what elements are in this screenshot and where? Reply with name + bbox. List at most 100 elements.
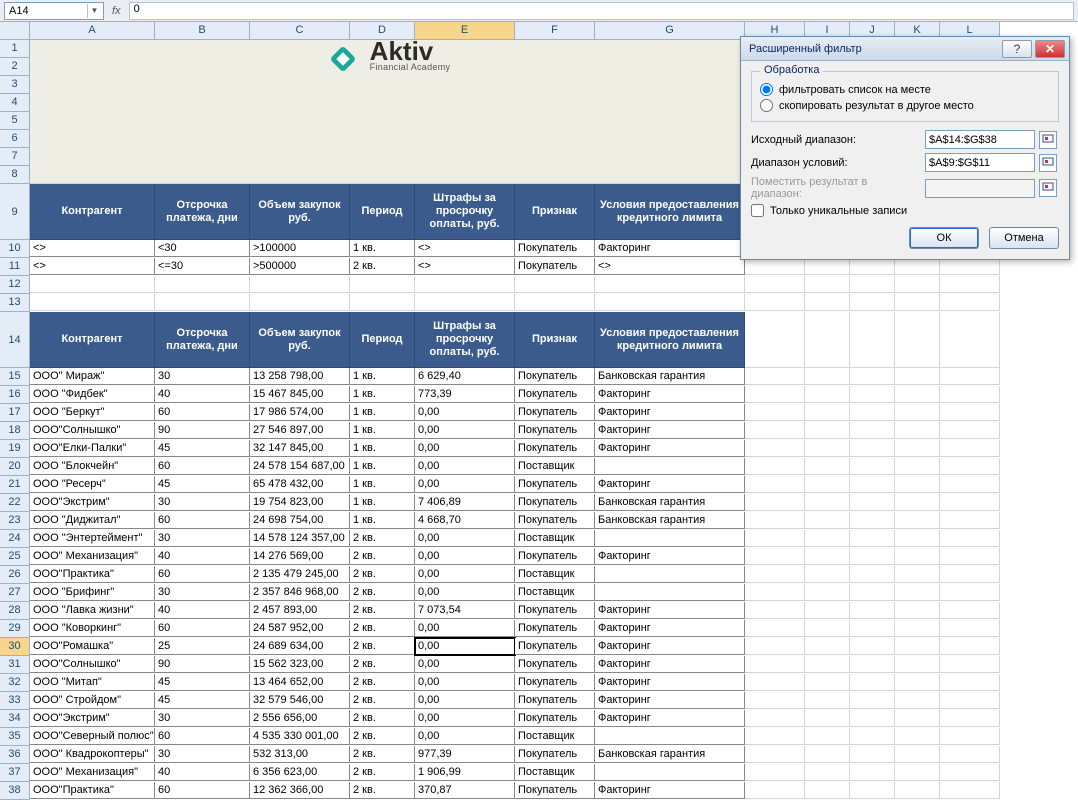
cell-empty[interactable] <box>895 566 940 583</box>
data-cell[interactable]: 977,39 <box>415 746 515 763</box>
data-header[interactable]: Отсрочка платежа, дни <box>155 312 250 368</box>
cell-empty[interactable] <box>850 368 895 385</box>
cell-empty[interactable] <box>350 276 415 293</box>
data-cell[interactable]: ООО" Мираж" <box>30 368 155 385</box>
cell-empty[interactable] <box>805 638 850 655</box>
cell-empty[interactable] <box>805 602 850 619</box>
cell-empty[interactable] <box>940 710 1000 727</box>
source-range-input[interactable] <box>925 130 1035 149</box>
dialog-titlebar[interactable]: Расширенный фильтр ? ✕ <box>741 37 1069 61</box>
row-header-31[interactable]: 31 <box>0 656 30 674</box>
cell-empty[interactable] <box>940 728 1000 745</box>
row-header-23[interactable]: 23 <box>0 512 30 530</box>
data-cell[interactable]: 1 кв. <box>350 440 415 457</box>
data-cell[interactable] <box>595 728 745 745</box>
cell-empty[interactable] <box>805 476 850 493</box>
data-cell[interactable]: Поставщик <box>515 764 595 781</box>
cell-empty[interactable] <box>850 422 895 439</box>
cell-empty[interactable] <box>745 512 805 529</box>
cell-empty[interactable] <box>895 548 940 565</box>
data-cell[interactable]: 60 <box>155 728 250 745</box>
data-cell[interactable]: ООО"Северный полюс" <box>30 728 155 745</box>
row-header-3[interactable]: 3 <box>0 76 30 94</box>
row-header-12[interactable]: 12 <box>0 276 30 294</box>
data-cell[interactable]: ООО" Механизация" <box>30 548 155 565</box>
cell-empty[interactable] <box>850 258 895 275</box>
row-header-20[interactable]: 20 <box>0 458 30 476</box>
cell-empty[interactable] <box>805 656 850 673</box>
data-cell[interactable]: 4 535 330 001,00 <box>250 728 350 745</box>
data-cell[interactable]: ООО"Солнышко" <box>30 656 155 673</box>
data-cell[interactable]: 40 <box>155 548 250 565</box>
cell-empty[interactable] <box>350 294 415 311</box>
cell-empty[interactable] <box>895 638 940 655</box>
criteria-cell[interactable]: <=30 <box>155 258 250 275</box>
cell-empty[interactable] <box>745 294 805 311</box>
data-cell[interactable]: 40 <box>155 386 250 403</box>
data-cell[interactable]: Покупатель <box>515 494 595 511</box>
data-cell[interactable]: 4 668,70 <box>415 512 515 529</box>
cell-empty[interactable] <box>805 458 850 475</box>
cell-empty[interactable] <box>850 312 895 368</box>
criteria-header[interactable]: Признак <box>515 184 595 240</box>
data-cell[interactable]: 1 кв. <box>350 386 415 403</box>
cell-empty[interactable] <box>850 782 895 799</box>
data-cell[interactable] <box>595 584 745 601</box>
row-header-27[interactable]: 27 <box>0 584 30 602</box>
unique-records-row[interactable]: Только уникальные записи <box>751 204 1059 217</box>
cell-empty[interactable] <box>155 294 250 311</box>
criteria-header[interactable]: Контрагент <box>30 184 155 240</box>
cell-empty[interactable] <box>895 512 940 529</box>
data-cell[interactable]: 0,00 <box>415 710 515 727</box>
data-cell[interactable]: ООО "Митап" <box>30 674 155 691</box>
data-cell[interactable]: 0,00 <box>415 638 515 655</box>
data-cell[interactable]: Покупатель <box>515 440 595 457</box>
data-cell[interactable]: Покупатель <box>515 476 595 493</box>
cell-empty[interactable] <box>745 620 805 637</box>
cell-empty[interactable] <box>940 764 1000 781</box>
column-header-D[interactable]: D <box>350 22 415 40</box>
cell-empty[interactable] <box>895 602 940 619</box>
cell-empty[interactable] <box>940 276 1000 293</box>
data-cell[interactable]: 2 кв. <box>350 692 415 709</box>
cell-empty[interactable] <box>895 440 940 457</box>
data-cell[interactable]: 0,00 <box>415 422 515 439</box>
row-header-6[interactable]: 6 <box>0 130 30 148</box>
row-header-1[interactable]: 1 <box>0 40 30 58</box>
data-cell[interactable]: 2 457 893,00 <box>250 602 350 619</box>
data-cell[interactable]: ООО "Блокчейн" <box>30 458 155 475</box>
cell-empty[interactable] <box>805 674 850 691</box>
cell-empty[interactable] <box>30 276 155 293</box>
data-cell[interactable]: Покупатель <box>515 548 595 565</box>
cell-empty[interactable] <box>745 494 805 511</box>
data-cell[interactable]: Факторинг <box>595 602 745 619</box>
data-cell[interactable]: Покупатель <box>515 746 595 763</box>
data-cell[interactable]: Факторинг <box>595 674 745 691</box>
cell-empty[interactable] <box>850 674 895 691</box>
data-cell[interactable]: ООО"Солнышко" <box>30 422 155 439</box>
data-cell[interactable]: ООО "Ресерч" <box>30 476 155 493</box>
data-cell[interactable]: Банковская гарантия <box>595 746 745 763</box>
data-cell[interactable]: Покупатель <box>515 368 595 385</box>
data-cell[interactable]: 40 <box>155 764 250 781</box>
row-header-4[interactable]: 4 <box>0 94 30 112</box>
column-header-G[interactable]: G <box>595 22 745 40</box>
cell-empty[interactable] <box>805 782 850 799</box>
cell-empty[interactable] <box>805 566 850 583</box>
data-cell[interactable]: Поставщик <box>515 458 595 475</box>
cancel-button[interactable]: Отмена <box>989 227 1059 249</box>
data-cell[interactable]: ООО "Диджитал" <box>30 512 155 529</box>
cell-empty[interactable] <box>415 276 515 293</box>
data-cell[interactable]: 7 406,89 <box>415 494 515 511</box>
criteria-cell[interactable]: 2 кв. <box>350 258 415 275</box>
cell-empty[interactable] <box>895 656 940 673</box>
data-cell[interactable]: Покупатель <box>515 710 595 727</box>
row-header-33[interactable]: 33 <box>0 692 30 710</box>
radio-filter-inplace[interactable]: фильтровать список на месте <box>760 83 1050 96</box>
data-cell[interactable]: 2 кв. <box>350 620 415 637</box>
data-cell[interactable]: 90 <box>155 422 250 439</box>
data-cell[interactable]: 0,00 <box>415 530 515 547</box>
criteria-header[interactable]: Объем закупок руб. <box>250 184 350 240</box>
cell-empty[interactable] <box>940 368 1000 385</box>
cell-empty[interactable] <box>805 404 850 421</box>
